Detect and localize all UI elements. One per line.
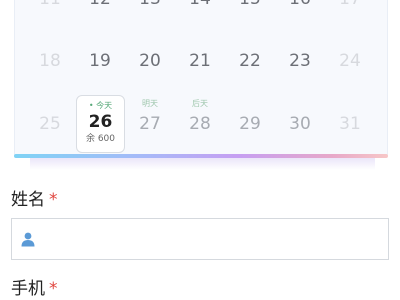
calendar-day[interactable]: 14	[175, 0, 225, 29]
required-marker: *	[49, 190, 58, 210]
remaining-count: 余 600	[85, 134, 116, 144]
calendar-day-day-after[interactable]: 后天 28	[175, 99, 225, 139]
tomorrow-tag: 明天	[142, 99, 158, 108]
name-field[interactable]	[11, 218, 389, 261]
calendar-day[interactable]: 18	[25, 51, 75, 91]
name-label: 姓名 *	[11, 190, 58, 210]
calendar-day[interactable]: 12	[75, 0, 125, 29]
calendar-day[interactable]: 19	[75, 51, 125, 91]
calendar-day[interactable]: 24	[325, 51, 375, 91]
today-date: 26	[88, 112, 113, 132]
calendar-day[interactable]: 21	[175, 51, 225, 91]
calendar-day[interactable]: 11	[25, 0, 75, 29]
calendar-day[interactable]: 31	[325, 114, 375, 154]
user-icon	[20, 231, 36, 247]
calendar-day-today[interactable]: • 今天 26 余 600	[76, 95, 125, 153]
calendar-day[interactable]: 25	[25, 114, 75, 154]
calendar-day[interactable]: 22	[225, 51, 275, 91]
calendar-shadow	[30, 158, 375, 170]
calendar-day-tomorrow[interactable]: 明天 27	[125, 99, 175, 139]
calendar-day[interactable]: 15	[225, 0, 275, 29]
calendar-day[interactable]: 30	[275, 114, 325, 154]
calendar-day[interactable]: 29	[225, 114, 275, 154]
calendar-day[interactable]: 16	[275, 0, 325, 29]
calendar-day[interactable]: 23	[275, 51, 325, 91]
today-tag: • 今天	[88, 101, 113, 110]
day-after-tag: 后天	[192, 99, 208, 108]
day-number: 28	[189, 114, 211, 134]
calendar-day[interactable]: 20	[125, 51, 175, 91]
phone-label: 手机 *	[11, 279, 58, 299]
required-marker: *	[49, 279, 58, 299]
calendar-day[interactable]: 13	[125, 0, 175, 29]
calendar-day[interactable]: 17	[325, 0, 375, 29]
day-number: 27	[139, 114, 161, 134]
name-input[interactable]	[44, 219, 388, 261]
